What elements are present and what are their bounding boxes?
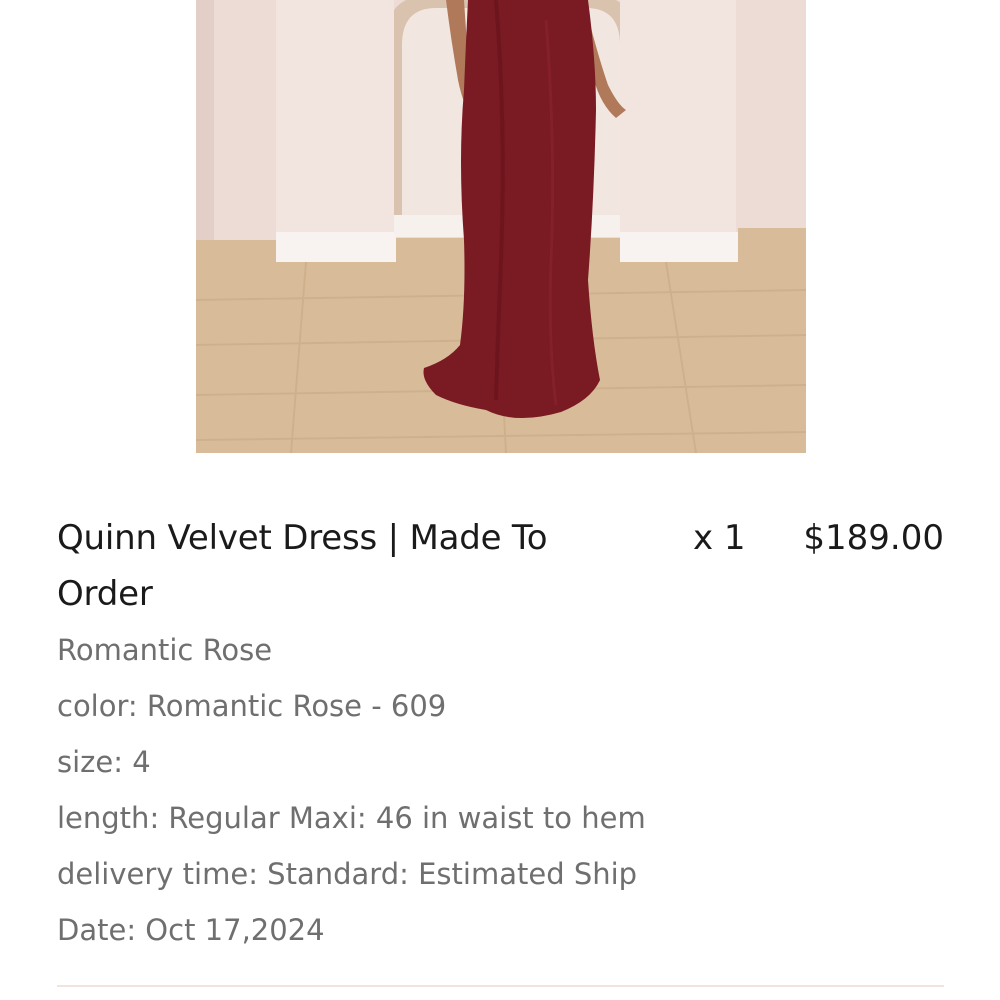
attribute-size: size: 4 <box>57 745 151 779</box>
price-label: $189.00 <box>803 518 944 558</box>
attribute-length: length: Regular Maxi: 46 in waist to hem <box>57 801 646 835</box>
product-title[interactable]: Quinn Velvet Dress | Made To Order <box>57 510 617 622</box>
variant-name: Romantic Rose <box>57 633 273 667</box>
attribute-color: color: Romantic Rose - 609 <box>57 689 447 723</box>
product-attributes: Romantic Rose color: Romantic Rose - 609… <box>57 622 646 958</box>
attribute-ship-date: Date: Oct 17,2024 <box>57 913 325 947</box>
product-photo <box>196 0 806 453</box>
product-image <box>196 0 806 453</box>
divider <box>57 985 944 987</box>
quantity-label: x 1 <box>693 518 746 558</box>
order-summary: Quinn Velvet Dress | Made To Order x 1 $… <box>0 0 1000 1000</box>
attribute-delivery-time: delivery time: Standard: Estimated Ship <box>57 857 638 891</box>
